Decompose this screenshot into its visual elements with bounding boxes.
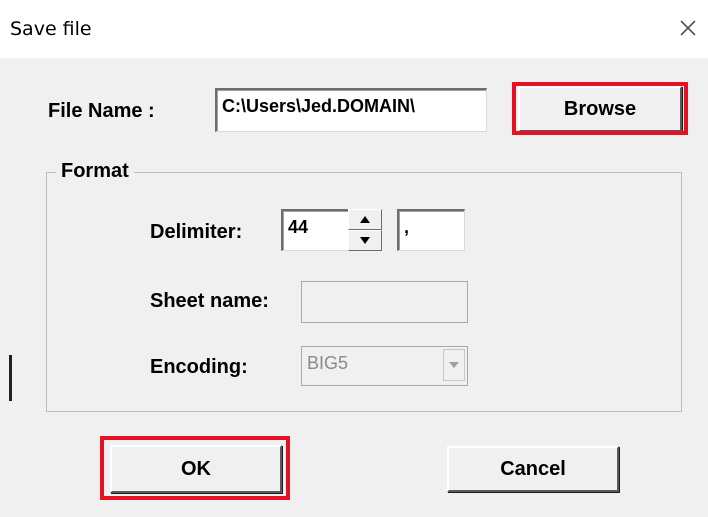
- delimiter-spinner[interactable]: [348, 209, 382, 251]
- browse-button-label: Browse: [563, 97, 637, 120]
- encoding-value: BIG5: [307, 353, 349, 373]
- cancel-button[interactable]: Cancel: [447, 446, 619, 492]
- cancel-button-label: Cancel: [500, 457, 566, 480]
- sheet-name-label: Sheet name:: [150, 290, 269, 312]
- spin-down-button[interactable]: [348, 230, 382, 251]
- close-icon: [680, 20, 696, 36]
- file-name-label: File Name :: [48, 100, 155, 122]
- title-bar: Save file: [0, 0, 708, 58]
- sheet-name-field[interactable]: [301, 281, 468, 323]
- save-file-dialog: Save file File Name : C:\Users\Jed.DOMAI…: [0, 0, 708, 517]
- ok-button[interactable]: OK: [110, 445, 282, 493]
- encoding-label: Encoding:: [150, 356, 248, 378]
- browse-button[interactable]: Browse: [518, 86, 682, 132]
- window-title: Save file: [10, 18, 92, 40]
- close-button[interactable]: [668, 6, 708, 50]
- window-edge: [9, 355, 12, 401]
- format-group-title: Format: [56, 160, 134, 183]
- ok-button-label: OK: [181, 457, 211, 480]
- chevron-down-icon: [449, 362, 459, 368]
- arrow-up-icon: [360, 216, 370, 223]
- spin-up-button[interactable]: [348, 209, 382, 230]
- delimiter-code-field[interactable]: 44: [281, 209, 349, 251]
- delimiter-char-field[interactable]: ,: [397, 209, 465, 251]
- arrow-down-icon: [360, 237, 370, 244]
- encoding-dropdown-button[interactable]: [443, 349, 465, 381]
- file-name-field[interactable]: C:\Users\Jed.DOMAIN\: [215, 88, 487, 132]
- delimiter-label: Delimiter:: [150, 221, 243, 243]
- encoding-select[interactable]: BIG5: [301, 346, 468, 386]
